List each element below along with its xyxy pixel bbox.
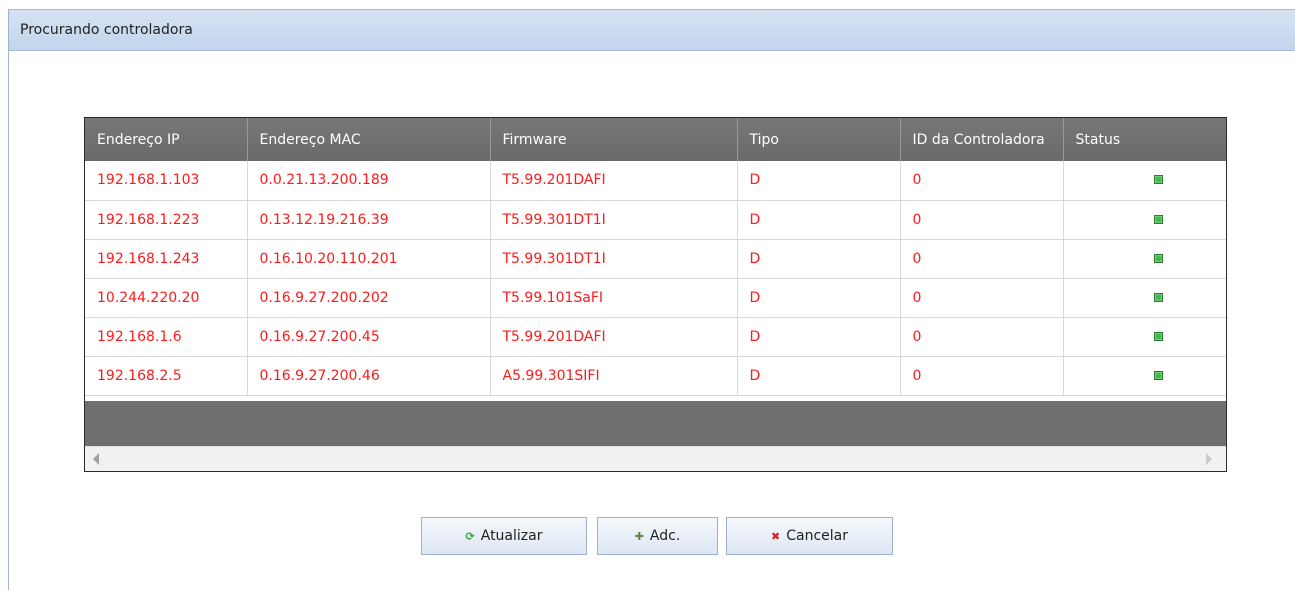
cell-mac: 0.16.10.20.110.201	[247, 239, 491, 279]
cell-ip: 192.168.1.6	[85, 317, 248, 357]
cell-firmware: T5.99.201DAFI	[490, 161, 738, 201]
dialog-title-bar: Procurando controladora	[9, 9, 1295, 51]
search-controller-dialog: Procurando controladora Endereço IP Ende…	[8, 9, 1295, 590]
cell-firmware: T5.99.301DT1I	[490, 200, 738, 240]
refresh-button[interactable]: ⟳ Atualizar	[421, 517, 587, 555]
cell-status	[1063, 317, 1226, 357]
table-row[interactable]: 192.168.1.103 0.0.21.13.200.189 T5.99.20…	[85, 161, 1226, 201]
add-button[interactable]: ✚ Adc.	[597, 517, 718, 555]
cell-tipo: D	[737, 317, 901, 357]
cell-ip: 192.168.1.103	[85, 161, 248, 201]
horizontal-scrollbar[interactable]	[85, 446, 1226, 471]
cell-tipo: D	[737, 356, 901, 396]
grid-empty-area	[85, 401, 1226, 449]
cell-status	[1063, 161, 1226, 201]
cancel-button-label: Cancelar	[786, 528, 848, 544]
cell-id: 0	[900, 200, 1064, 240]
table-row[interactable]: 192.168.2.5 0.16.9.27.200.46 A5.99.301SI…	[85, 356, 1226, 396]
cell-status	[1063, 356, 1226, 396]
add-button-label: Adc.	[649, 528, 681, 544]
column-header-firmware[interactable]: Firmware	[490, 118, 738, 161]
cell-ip: 192.168.1.243	[85, 239, 248, 279]
cell-id: 0	[900, 161, 1064, 201]
column-header-mac[interactable]: Endereço MAC	[247, 118, 491, 161]
cell-id: 0	[900, 239, 1064, 279]
status-online-icon	[1154, 253, 1163, 263]
cell-ip: 10.244.220.20	[85, 278, 248, 318]
scroll-right-icon[interactable]	[1206, 453, 1212, 465]
cell-ip: 192.168.2.5	[85, 356, 248, 396]
cell-id: 0	[900, 317, 1064, 357]
column-header-ip[interactable]: Endereço IP	[85, 118, 248, 161]
cell-mac: 0.13.12.19.216.39	[247, 200, 491, 240]
cell-status	[1063, 278, 1226, 318]
cell-status	[1063, 200, 1226, 240]
cell-mac: 0.0.21.13.200.189	[247, 161, 491, 201]
cell-ip: 192.168.1.223	[85, 200, 248, 240]
cell-firmware: T5.99.301DT1I	[490, 239, 738, 279]
cell-tipo: D	[737, 278, 901, 318]
cell-status	[1063, 239, 1226, 279]
cell-mac: 0.16.9.27.200.202	[247, 278, 491, 318]
cell-id: 0	[900, 356, 1064, 396]
table-row[interactable]: 192.168.1.223 0.13.12.19.216.39 T5.99.30…	[85, 200, 1226, 240]
column-header-tipo[interactable]: Tipo	[737, 118, 901, 161]
cell-firmware: T5.99.101SaFI	[490, 278, 738, 318]
status-online-icon	[1154, 292, 1163, 302]
cell-tipo: D	[737, 239, 901, 279]
status-online-icon	[1154, 214, 1163, 224]
status-online-icon	[1154, 175, 1163, 185]
dialog-buttons: ⟳ Atualizar ✚ Adc. ✖ Cancelar	[9, 517, 1295, 555]
cell-firmware: A5.99.301SIFI	[490, 356, 738, 396]
add-icon: ✚	[634, 529, 644, 543]
cell-mac: 0.16.9.27.200.45	[247, 317, 491, 357]
column-header-status[interactable]: Status	[1063, 118, 1226, 161]
cell-tipo: D	[737, 200, 901, 240]
scroll-left-icon[interactable]	[93, 453, 99, 465]
refresh-button-label: Atualizar	[480, 528, 543, 544]
cancel-icon: ✖	[771, 529, 781, 543]
refresh-icon: ⟳	[465, 529, 475, 543]
status-online-icon	[1154, 370, 1163, 380]
cancel-button[interactable]: ✖ Cancelar	[726, 517, 893, 555]
cell-tipo: D	[737, 161, 901, 201]
cell-mac: 0.16.9.27.200.46	[247, 356, 491, 396]
cell-id: 0	[900, 278, 1064, 318]
table-row[interactable]: 192.168.1.6 0.16.9.27.200.45 T5.99.201DA…	[85, 317, 1226, 357]
controller-table: Endereço IP Endereço MAC Firmware Tipo I…	[85, 118, 1226, 396]
table-row[interactable]: 10.244.220.20 0.16.9.27.200.202 T5.99.10…	[85, 278, 1226, 318]
status-online-icon	[1154, 331, 1163, 341]
controller-grid: Endereço IP Endereço MAC Firmware Tipo I…	[84, 117, 1227, 472]
table-row[interactable]: 192.168.1.243 0.16.10.20.110.201 T5.99.3…	[85, 239, 1226, 279]
dialog-title: Procurando controladora	[20, 22, 193, 38]
cell-firmware: T5.99.201DAFI	[490, 317, 738, 357]
column-header-id[interactable]: ID da Controladora	[900, 118, 1064, 161]
table-header-row: Endereço IP Endereço MAC Firmware Tipo I…	[85, 118, 1226, 161]
